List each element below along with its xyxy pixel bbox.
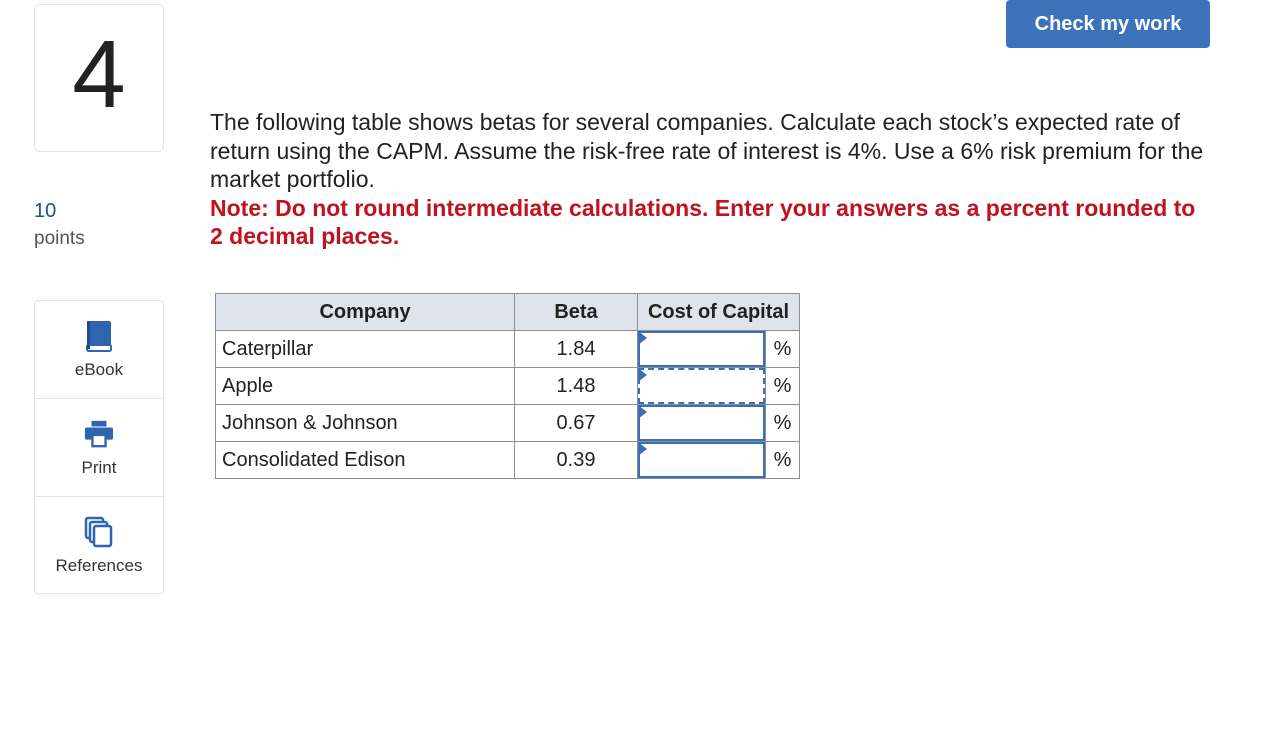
header-beta: Beta: [514, 293, 638, 331]
cost-of-capital-input[interactable]: [638, 331, 765, 367]
question-number: 4: [72, 21, 126, 128]
percent-unit: %: [765, 441, 800, 479]
table-row: Consolidated Edison 0.39 %: [215, 441, 800, 479]
beta-value: 0.39: [514, 441, 638, 479]
ebook-label: eBook: [74, 360, 124, 379]
percent-unit: %: [765, 404, 800, 442]
table-row: Caterpillar 1.84 %: [215, 330, 800, 368]
copy-icon: [84, 515, 114, 549]
beta-value: 1.48: [514, 367, 638, 405]
check-my-work-button[interactable]: Check my work: [1006, 0, 1210, 48]
cost-cell: [637, 367, 766, 405]
question-text: The following table shows betas for seve…: [210, 109, 1204, 192]
print-label: Print: [81, 458, 117, 477]
header-company: Company: [215, 293, 515, 331]
beta-value: 1.84: [514, 330, 638, 368]
print-button[interactable]: Print: [35, 399, 163, 497]
printer-icon: [84, 417, 114, 451]
book-icon: [84, 319, 114, 353]
table-row: Johnson & Johnson 0.67 %: [215, 404, 800, 442]
question-number-card: 4: [34, 4, 164, 152]
ebook-button[interactable]: eBook: [35, 301, 163, 399]
company-name: Johnson & Johnson: [215, 404, 515, 442]
company-name: Caterpillar: [215, 330, 515, 368]
header-cost-of-capital: Cost of Capital: [637, 293, 800, 331]
percent-unit: %: [765, 330, 800, 368]
table-row: Apple 1.48 %: [215, 367, 800, 405]
question-body: The following table shows betas for seve…: [210, 108, 1210, 251]
cost-cell: [637, 404, 766, 442]
beta-value: 0.67: [514, 404, 638, 442]
points-value: 10: [34, 200, 57, 222]
tools-panel: eBook Print References: [34, 300, 164, 594]
references-label: References: [55, 556, 143, 575]
percent-unit: %: [765, 367, 800, 405]
company-name: Apple: [215, 367, 515, 405]
cost-cell: [637, 330, 766, 368]
cost-of-capital-input[interactable]: [638, 442, 765, 478]
question-note: Note: Do not round intermediate calculat…: [210, 194, 1196, 250]
cost-of-capital-input[interactable]: [638, 405, 765, 441]
references-button[interactable]: References: [35, 497, 163, 595]
points-label: points: [34, 228, 85, 249]
company-name: Consolidated Edison: [215, 441, 515, 479]
cost-of-capital-input[interactable]: [638, 368, 765, 404]
capm-table: Company Beta Cost of Capital Caterpillar…: [215, 293, 800, 479]
cost-cell: [637, 441, 766, 479]
table-header-row: Company Beta Cost of Capital: [215, 293, 800, 331]
